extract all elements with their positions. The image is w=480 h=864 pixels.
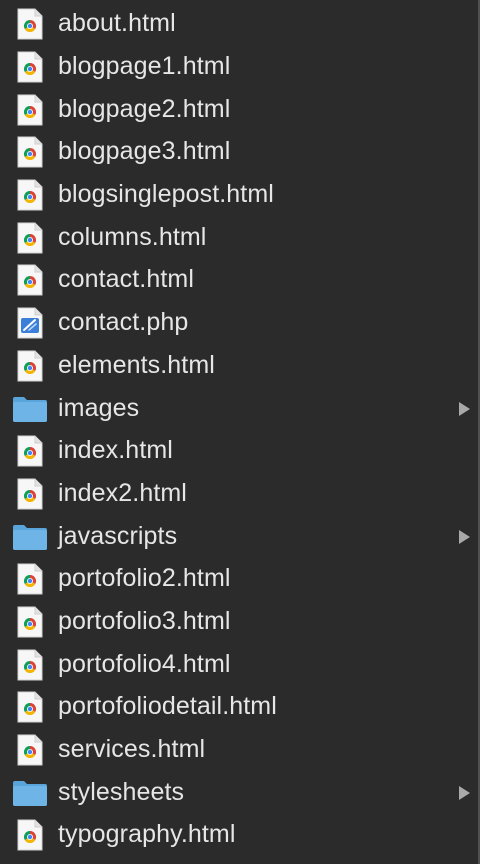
folder-icon (12, 393, 48, 425)
file-name-label: blogpage2.html (58, 94, 231, 123)
file-row[interactable]: blogsinglepost.html (0, 174, 478, 217)
file-list: about.html blogpage1.html blogpage2.html bl… (0, 3, 478, 857)
html-chrome-icon (12, 350, 48, 382)
disclosure-chevron-icon[interactable] (459, 401, 470, 416)
html-chrome-icon (12, 819, 48, 851)
file-name-label: stylesheets (58, 777, 185, 806)
html-chrome-icon (12, 51, 48, 83)
file-row[interactable]: columns.html (0, 216, 478, 259)
file-row[interactable]: typography.html (0, 814, 478, 857)
html-chrome-icon (12, 563, 48, 595)
html-chrome-icon (12, 94, 48, 126)
file-name-label: portofolio4.html (58, 649, 231, 678)
file-name-label: portofolio2.html (58, 564, 231, 593)
file-name-label: images (58, 393, 140, 422)
file-row[interactable]: portofolio3.html (0, 601, 478, 644)
disclosure-chevron-icon[interactable] (459, 785, 470, 800)
file-name-label: blogsinglepost.html (58, 180, 274, 209)
file-name-label: portofolio3.html (58, 606, 231, 635)
file-name-label: index.html (58, 436, 173, 465)
file-row[interactable]: index.html (0, 430, 478, 473)
file-name-label: columns.html (58, 222, 207, 251)
file-name-label: index2.html (58, 478, 187, 507)
file-row[interactable]: index2.html (0, 473, 478, 516)
file-name-label: about.html (58, 9, 176, 38)
file-row[interactable]: contact.html (0, 259, 478, 302)
html-chrome-icon (12, 136, 48, 168)
file-row[interactable]: contact.php (0, 302, 478, 345)
folder-row[interactable]: stylesheets (0, 771, 478, 814)
file-row[interactable]: portofolio2.html (0, 558, 478, 601)
html-chrome-icon (12, 606, 48, 638)
file-name-label: services.html (58, 734, 206, 763)
file-name-label: blogpage3.html (58, 137, 231, 166)
file-row[interactable]: blogpage1.html (0, 46, 478, 89)
file-row[interactable]: about.html (0, 3, 478, 46)
file-name-label: portofoliodetail.html (58, 692, 277, 721)
file-name-label: contact.php (58, 308, 189, 337)
folder-icon (12, 521, 48, 553)
file-name-label: elements.html (58, 350, 215, 379)
html-chrome-icon (12, 435, 48, 467)
file-row[interactable]: services.html (0, 729, 478, 772)
html-chrome-icon (12, 691, 48, 723)
folder-icon (12, 777, 48, 809)
html-chrome-icon (12, 734, 48, 766)
file-name-label: contact.html (58, 265, 194, 294)
html-chrome-icon (12, 179, 48, 211)
file-row[interactable]: elements.html (0, 345, 478, 388)
file-name-label: javascripts (58, 521, 178, 550)
finder-column: about.html blogpage1.html blogpage2.html bl… (0, 0, 480, 864)
php-script-icon (12, 307, 48, 339)
folder-row[interactable]: images (0, 387, 478, 430)
file-row[interactable]: blogpage3.html (0, 131, 478, 174)
html-chrome-icon (12, 649, 48, 681)
disclosure-chevron-icon[interactable] (459, 529, 470, 544)
folder-row[interactable]: javascripts (0, 515, 478, 558)
html-chrome-icon (12, 264, 48, 296)
file-row[interactable]: portofoliodetail.html (0, 686, 478, 729)
html-chrome-icon (12, 8, 48, 40)
file-name-label: typography.html (58, 820, 236, 849)
html-chrome-icon (12, 478, 48, 510)
file-row[interactable]: blogpage2.html (0, 88, 478, 131)
file-row[interactable]: portofolio4.html (0, 643, 478, 686)
file-name-label: blogpage1.html (58, 51, 231, 80)
html-chrome-icon (12, 222, 48, 254)
